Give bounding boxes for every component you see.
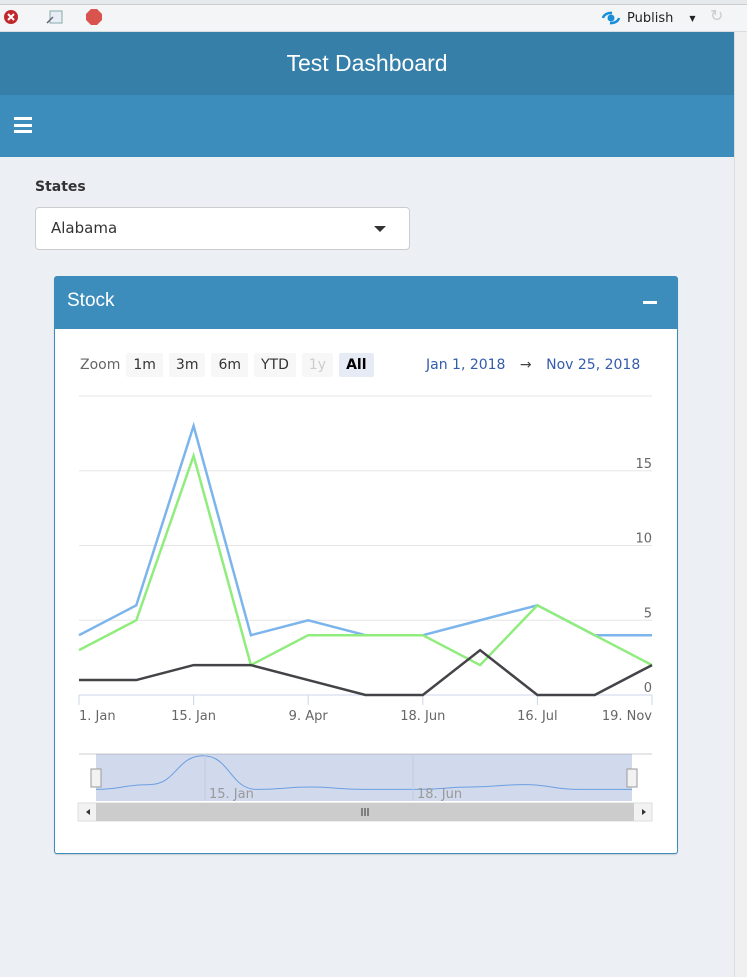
y-tick-label: 10 (635, 532, 652, 547)
series-line-1 (78, 451, 653, 667)
x-tick-label: 19. Nov (602, 709, 652, 724)
x-tick-label: 18. Jun (400, 709, 445, 724)
navigator-handle[interactable] (626, 768, 638, 788)
navigator-mask (96, 754, 632, 801)
y-tick-label: 0 (644, 681, 652, 696)
series-line-0 (78, 421, 652, 637)
y-tick-label: 5 (644, 606, 652, 621)
x-tick-label: 1. Jan (79, 709, 116, 724)
x-tick-label: 15. Jan (171, 709, 216, 724)
x-tick-label: 9. Apr (289, 709, 329, 724)
navigator-label: 15. Jan (209, 787, 254, 802)
x-tick-label: 16. Jul (517, 709, 558, 724)
navigator-label: 18. Jun (417, 787, 462, 802)
series-line-2 (79, 648, 653, 697)
stock-chart: 0 5 10 15 1. Jan 15. Jan 9. Apr 18. Jun 16. Jul 1… (77, 395, 653, 822)
navigator-handle[interactable] (90, 768, 102, 788)
y-tick-label: 15 (635, 457, 652, 472)
